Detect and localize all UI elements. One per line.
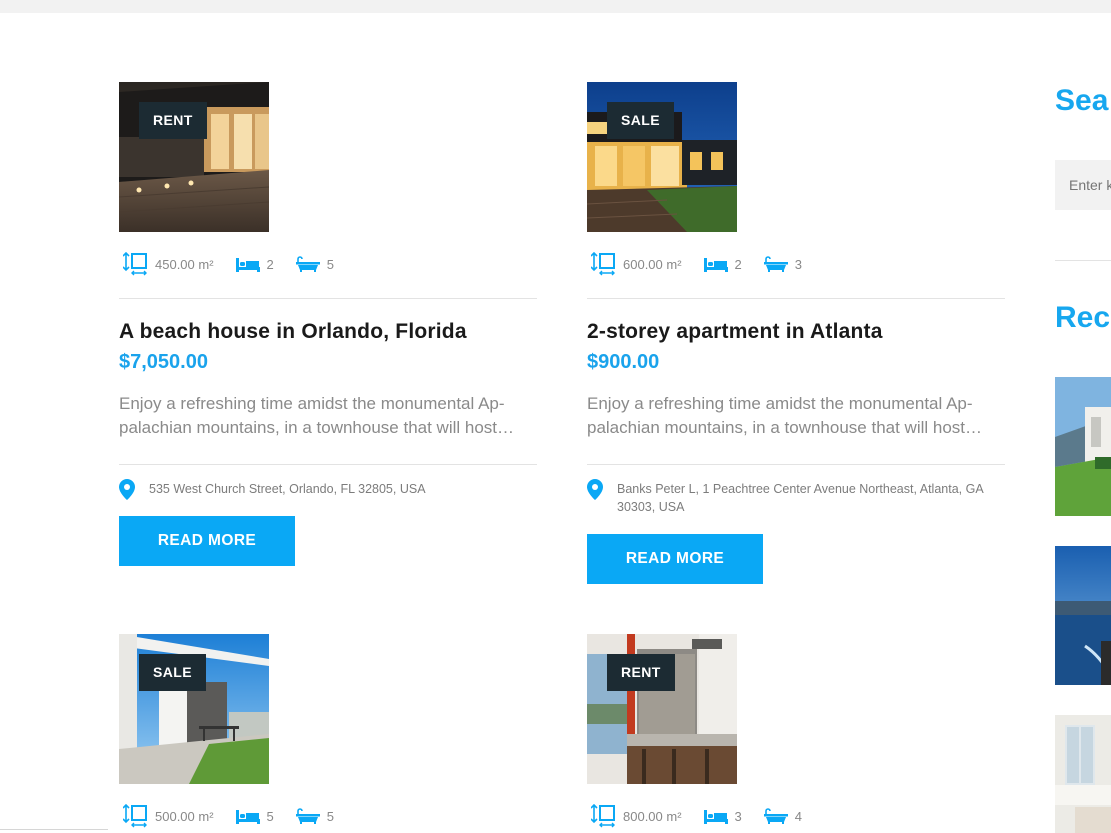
divider <box>1055 260 1111 261</box>
bathrooms-meta: 5 <box>295 808 335 824</box>
listing-card-atlanta-apartment: SALE 600.00 m² 2 3 2-storey apartment in… <box>587 82 1005 592</box>
area-meta: 800.00 m² <box>591 804 682 828</box>
area-meta: 450.00 m² <box>123 252 214 276</box>
read-more-button[interactable]: READ MORE <box>119 516 295 566</box>
listing-meta: 600.00 m² 2 3 <box>591 252 824 276</box>
bed-icon <box>703 256 735 272</box>
divider <box>587 464 1005 465</box>
bathrooms-value: 5 <box>326 256 335 272</box>
excerpt-line: palachian mountains, in a townhouse that… <box>119 418 515 437</box>
area-value: 600.00 m² <box>623 256 682 272</box>
bed-icon <box>703 808 735 824</box>
bedrooms-value: 5 <box>266 808 274 824</box>
bathrooms-meta: 4 <box>763 808 803 824</box>
listing-thumbnail[interactable]: RENT <box>119 82 269 232</box>
bathrooms-value: 3 <box>794 256 803 272</box>
area-icon <box>591 252 623 276</box>
bed-icon <box>235 256 267 272</box>
location-pin-icon <box>587 479 603 504</box>
area-icon <box>591 804 623 828</box>
listing-meta: 450.00 m² 2 5 <box>123 252 356 276</box>
sidebar: Sea Rec <box>1055 0 1111 833</box>
bath-icon <box>295 256 327 272</box>
area-value: 800.00 m² <box>623 808 682 824</box>
recent-listing-thumbnail[interactable] <box>1055 546 1111 685</box>
bedrooms-meta: 3 <box>703 808 742 824</box>
listing-card-beach-house: RENT 450.00 m² 2 5 A beach house in Orla… <box>119 82 537 572</box>
top-bar <box>0 0 1111 13</box>
listing-price: $7,050.00 <box>119 351 208 373</box>
listing-meta: 500.00 m² 5 5 <box>123 804 356 828</box>
area-value: 500.00 m² <box>155 808 214 824</box>
bedrooms-meta: 2 <box>235 256 274 272</box>
bathrooms-value: 5 <box>326 808 335 824</box>
listing-address: Banks Peter L, 1 Peachtree Center Avenue… <box>617 482 983 514</box>
listing-status-badge: SALE <box>139 654 206 691</box>
bedrooms-value: 2 <box>734 256 742 272</box>
bedrooms-meta: 5 <box>235 808 274 824</box>
listing-excerpt: Enjoy a refreshing time amidst the monum… <box>587 392 1005 440</box>
divider <box>0 829 108 830</box>
area-icon <box>123 804 155 828</box>
bedrooms-value: 3 <box>734 808 742 824</box>
bed-icon <box>235 808 267 824</box>
bathrooms-meta: 5 <box>295 256 335 272</box>
listing-title[interactable]: 2-storey apartment in Atlanta <box>587 320 883 344</box>
divider <box>119 298 537 299</box>
recent-listing-thumbnail[interactable] <box>1055 715 1111 833</box>
listing-price: $900.00 <box>587 351 660 373</box>
listing-thumbnail[interactable]: RENT <box>587 634 737 784</box>
listing-address: 535 West Church Street, Orlando, FL 3280… <box>149 482 426 496</box>
bathrooms-meta: 3 <box>763 256 803 272</box>
excerpt-line: Enjoy a refreshing time amidst the monum… <box>119 394 505 413</box>
excerpt-line: palachian mountains, in a townhouse that… <box>587 418 983 437</box>
area-icon <box>123 252 155 276</box>
listing-title[interactable]: A beach house in Orlando, Florida <box>119 320 467 344</box>
listing-meta: 800.00 m² 3 4 <box>591 804 824 828</box>
read-more-button[interactable]: READ MORE <box>587 534 763 584</box>
bathrooms-value: 4 <box>794 808 803 824</box>
bath-icon <box>763 808 795 824</box>
listing-thumbnail[interactable]: SALE <box>587 82 737 232</box>
excerpt-line: Enjoy a refreshing time amidst the monum… <box>587 394 973 413</box>
listing-excerpt: Enjoy a refreshing time amidst the monum… <box>119 392 537 440</box>
bath-icon <box>295 808 327 824</box>
listing-status-badge: RENT <box>139 102 207 139</box>
listing-card-3: SALE 500.00 m² 5 5 <box>119 634 537 833</box>
bath-icon <box>763 256 795 272</box>
search-heading: Sea <box>1055 84 1109 117</box>
location-pin-icon <box>119 479 135 504</box>
search-input[interactable] <box>1055 160 1111 210</box>
bedrooms-value: 2 <box>266 256 274 272</box>
listing-status-badge: SALE <box>607 102 674 139</box>
divider <box>119 464 537 465</box>
recent-listing-thumbnail[interactable] <box>1055 377 1111 516</box>
area-meta: 600.00 m² <box>591 252 682 276</box>
divider <box>587 298 1005 299</box>
listing-card-4: RENT 800.00 m² 3 4 <box>587 634 1005 833</box>
listing-thumbnail[interactable]: SALE <box>119 634 269 784</box>
recent-heading: Rec <box>1055 301 1111 334</box>
area-value: 450.00 m² <box>155 256 214 272</box>
area-meta: 500.00 m² <box>123 804 214 828</box>
listing-status-badge: RENT <box>607 654 675 691</box>
bedrooms-meta: 2 <box>703 256 742 272</box>
